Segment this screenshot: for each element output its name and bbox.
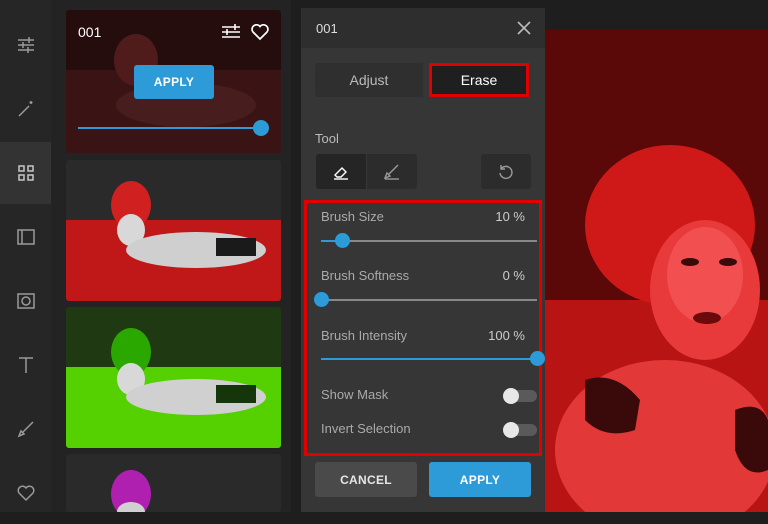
filter-settings-icon[interactable]: [221, 23, 241, 41]
brush-intensity-label: Brush Intensity: [321, 328, 407, 343]
rail-text-button[interactable]: [0, 334, 51, 396]
show-mask-label: Show Mask: [321, 387, 389, 402]
undo-icon: [499, 164, 513, 179]
tab-adjust[interactable]: Adjust: [315, 63, 423, 97]
rail-overlay-button[interactable]: [0, 206, 51, 268]
thumbnail-image: [66, 307, 281, 448]
invert-selection-label: Invert Selection: [321, 421, 411, 436]
filter-intensity-knob[interactable]: [253, 120, 269, 136]
brush-intensity-value: 100 %: [488, 328, 525, 343]
thumbnail-apply-button[interactable]: APPLY: [134, 65, 214, 99]
thumbnail-purple[interactable]: [66, 454, 281, 512]
brush-intensity-slider[interactable]: [321, 351, 545, 366]
tab-erase[interactable]: Erase: [429, 63, 529, 97]
panel-header: 001: [301, 8, 545, 48]
tool-rail: [0, 0, 52, 512]
cancel-button[interactable]: CANCEL: [315, 462, 417, 497]
thumbnail-red[interactable]: [66, 160, 281, 301]
rail-filters-button[interactable]: [0, 142, 51, 204]
magic-wand-icon: [17, 101, 32, 117]
brush-size-label: Brush Size: [321, 209, 384, 224]
panel-title: 001: [316, 21, 338, 36]
thumbnail-image: [66, 454, 281, 512]
eraser-icon: [334, 166, 348, 180]
thumbnail-number: 001: [78, 24, 102, 40]
brush-softness-slider[interactable]: [313, 292, 537, 307]
toggle-knob: [503, 422, 519, 438]
text-icon: [18, 357, 33, 373]
heart-icon: [17, 485, 34, 502]
favorite-heart-icon[interactable]: [250, 22, 270, 42]
brush-tool-button[interactable]: [367, 154, 417, 189]
undo-button[interactable]: [481, 154, 531, 189]
invert-selection-toggle[interactable]: [503, 422, 537, 438]
show-mask-toggle[interactable]: [503, 388, 537, 404]
vignette-icon: [16, 293, 35, 309]
thumbnail-image: [66, 160, 281, 301]
brush-settings: Brush Size 10 % Brush Softness 0 % Brush…: [304, 200, 545, 456]
brush-size-value: 10 %: [495, 209, 525, 224]
close-icon[interactable]: [516, 20, 532, 36]
thumbnail-green[interactable]: [66, 307, 281, 448]
rail-draw-button[interactable]: [0, 398, 51, 460]
rail-effects-button[interactable]: [0, 78, 51, 140]
photo-preview: [545, 0, 768, 524]
brush-size-slider[interactable]: [321, 233, 537, 248]
brush-softness-knob[interactable]: [313, 292, 329, 307]
thumbnail-001[interactable]: 001 APPLY: [66, 10, 281, 153]
filter-thumbnails: 001 APPLY: [51, 0, 291, 512]
film-icon: [16, 229, 35, 245]
slider-fill: [321, 358, 537, 360]
eraser-tool-button[interactable]: [316, 154, 366, 189]
rail-adjust-button[interactable]: [0, 14, 51, 76]
brush-softness-value: 0 %: [502, 268, 525, 283]
brush-icon: [383, 164, 399, 180]
toggle-knob: [503, 388, 519, 404]
sliders-icon: [17, 37, 34, 53]
apply-button[interactable]: APPLY: [429, 462, 531, 497]
filter-intensity-slider[interactable]: [78, 127, 265, 129]
brush-softness-label: Brush Softness: [321, 268, 410, 283]
rail-favorites-button[interactable]: [0, 462, 51, 524]
brush-size-knob[interactable]: [335, 233, 351, 248]
photo-canvas[interactable]: [545, 0, 768, 524]
tool-label: Tool: [315, 131, 339, 146]
brush-intensity-knob[interactable]: [529, 351, 545, 366]
brush-icon: [17, 421, 34, 438]
rail-frame-button[interactable]: [0, 270, 51, 332]
grid-icon: [17, 165, 34, 181]
